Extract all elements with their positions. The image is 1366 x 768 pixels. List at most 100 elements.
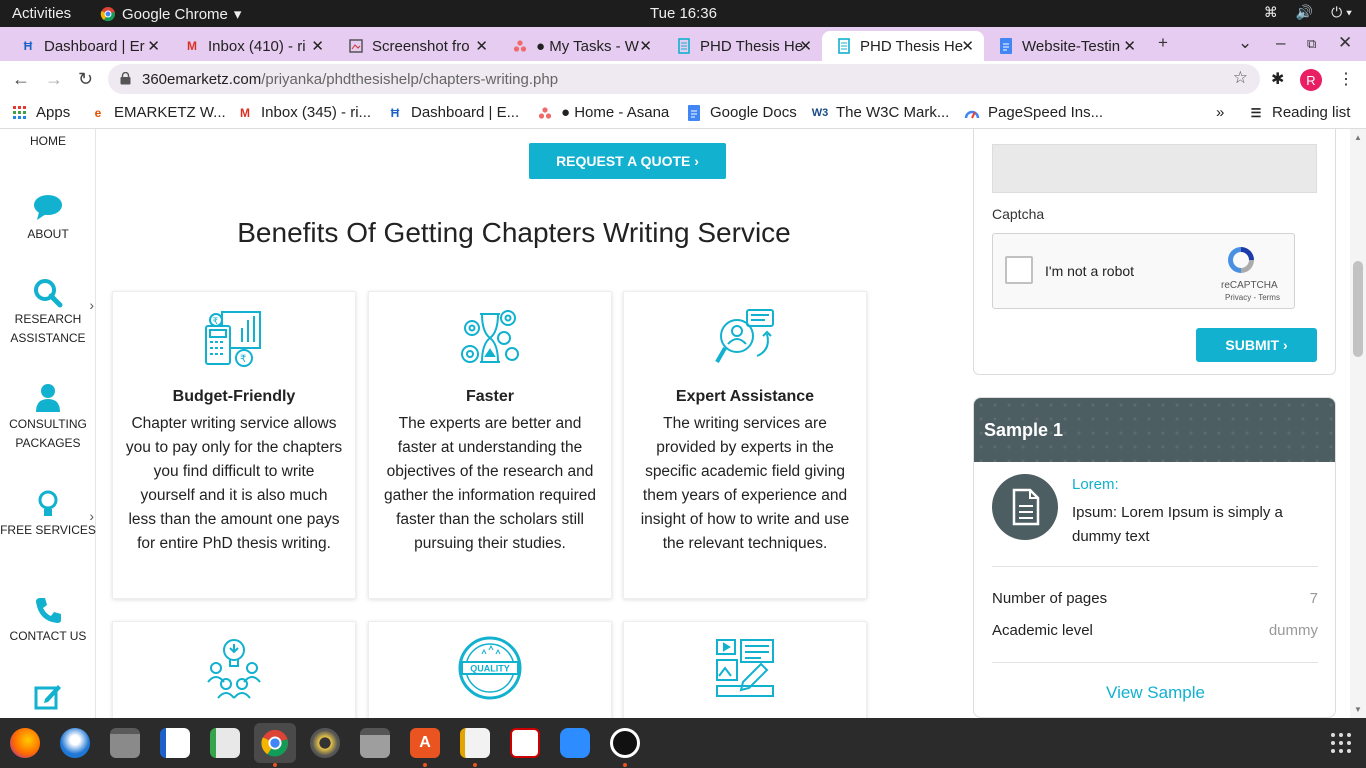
close-icon[interactable]: ✕ (799, 37, 812, 55)
quote-form: Captcha I'm not a robot reCAPTCHA Privac… (973, 129, 1336, 375)
text-editor-icon[interactable] (460, 728, 490, 758)
benefit-card-team (112, 621, 356, 718)
bookmark-pagespeed[interactable]: PageSpeed Ins... (964, 104, 1103, 121)
taskbar-dock: A (0, 718, 1366, 768)
w3c-icon: W3 (811, 106, 829, 119)
app-menu[interactable]: Google Chrome ▾ (100, 5, 241, 23)
site-icon (676, 38, 692, 54)
screenshot-app-icon[interactable] (510, 728, 540, 758)
calc-icon[interactable] (210, 728, 240, 758)
close-icon[interactable]: ✕ (961, 37, 974, 55)
scrollbar-thumb[interactable] (1353, 261, 1363, 357)
tab-search-icon[interactable]: ⌄ (1238, 33, 1252, 53)
reading-list-icon: ☰ (1250, 105, 1262, 120)
nav-label: CONSULTING PACKAGES (9, 417, 87, 450)
svg-text:₹: ₹ (213, 316, 219, 326)
back-icon[interactable]: ← (12, 69, 30, 90)
tab-title: PHD Thesis He (700, 37, 804, 55)
show-apps-icon[interactable] (1330, 732, 1352, 754)
tab-title: ● My Tasks - W (536, 37, 639, 55)
software-icon[interactable]: A (410, 728, 440, 758)
recaptcha-widget: I'm not a robot reCAPTCHA Privacy - Term… (992, 233, 1295, 309)
close-icon[interactable]: ✕ (1123, 37, 1136, 55)
nav-edit[interactable] (0, 681, 96, 713)
chevron-right-icon: › (89, 297, 94, 313)
close-window-icon[interactable]: ✕ (1338, 33, 1352, 53)
nav-research-assistance[interactable]: RESEARCH ASSISTANCE › (0, 278, 96, 348)
design-tools-icon (716, 639, 774, 697)
files-icon[interactable] (110, 728, 140, 758)
chat-icon (34, 195, 62, 220)
nav-about[interactable]: ABOUT (0, 193, 96, 244)
new-tab-button[interactable]: + (1158, 33, 1168, 53)
reading-list[interactable]: ☰ Reading list (1248, 104, 1351, 121)
page-scrollbar[interactable]: ▲ ▼ (1350, 129, 1366, 718)
nav-consulting-packages[interactable]: CONSULTING PACKAGES (0, 383, 96, 453)
profile-avatar[interactable]: R (1300, 69, 1322, 91)
tab-phd-thesis-1[interactable]: PHD Thesis He ✕ (662, 31, 822, 61)
url-host: 360emarketz.com (142, 70, 262, 88)
rhythmbox-icon[interactable] (310, 728, 340, 758)
asana-icon (512, 38, 528, 54)
divider (992, 566, 1318, 567)
close-icon[interactable]: ✕ (475, 37, 488, 55)
nav-free-services[interactable]: FREE SERVICES › (0, 489, 96, 540)
nav-label: ABOUT (27, 227, 69, 241)
gmail-icon: M (187, 39, 197, 53)
sample-title: Sample 1 (974, 398, 1335, 462)
nav-home[interactable]: HOME (0, 132, 96, 151)
menu-icon[interactable]: ⋮ (1338, 69, 1354, 89)
message-textarea[interactable] (992, 144, 1317, 193)
scroll-down-icon[interactable]: ▼ (1354, 705, 1362, 714)
close-icon[interactable]: ✕ (311, 37, 324, 55)
search-icon (34, 279, 63, 308)
view-sample-link[interactable]: View Sample (974, 683, 1335, 703)
nav-label: CONTACT US (9, 629, 87, 643)
nav-contact-us[interactable]: CONTACT US (0, 595, 96, 646)
camera-icon[interactable] (360, 728, 390, 758)
activities-button[interactable]: Activities (12, 5, 71, 22)
reload-icon[interactable]: ↻ (78, 69, 93, 90)
bookmark-star-icon[interactable]: ☆ (1233, 68, 1248, 88)
tab-phd-thesis-active[interactable]: PHD Thesis He ✕ (822, 31, 984, 61)
close-icon[interactable]: ✕ (639, 37, 652, 55)
close-icon[interactable]: ✕ (147, 37, 160, 55)
recaptcha-terms[interactable]: Privacy - Terms (1225, 293, 1280, 302)
extensions-icon[interactable]: ✱ (1271, 69, 1284, 89)
tab-screenshot[interactable]: Screenshot fro ✕ (334, 31, 498, 61)
tab-website-testing[interactable]: Website-Testin ✕ (984, 31, 1146, 61)
bookmark-w3c[interactable]: W3 The W3C Mark... (811, 104, 950, 121)
bookmark-asana[interactable]: ● Home - Asana (537, 104, 669, 121)
writer-icon[interactable] (160, 728, 190, 758)
restore-icon[interactable]: ⧉ (1307, 36, 1316, 52)
tab-title: Inbox (410) - ri (208, 37, 306, 55)
chrome-dock-item[interactable] (254, 723, 296, 763)
asana-icon (537, 105, 553, 121)
request-quote-button[interactable]: REQUEST A QUOTE › (529, 143, 726, 179)
bookmark-emarketz[interactable]: e EMARKETZ W... (90, 104, 226, 121)
tab-my-tasks[interactable]: ● My Tasks - W ✕ (498, 31, 662, 61)
submit-button[interactable]: SUBMIT › (1196, 328, 1317, 362)
bookmark-dashboard[interactable]: Ħ Dashboard | E... (387, 104, 519, 121)
forward-icon[interactable]: → (45, 69, 63, 90)
recaptcha-checkbox[interactable] (1005, 256, 1033, 284)
clock[interactable]: Tue 16:36 (650, 5, 717, 22)
scroll-up-icon[interactable]: ▲ (1354, 133, 1362, 142)
address-bar[interactable]: 360emarketz.com/priyanka/phdthesishelp/c… (108, 64, 1260, 94)
zoom-icon[interactable] (560, 728, 590, 758)
system-tray[interactable]: ⌘ 🔊 ⏻ ▾ (1264, 4, 1352, 21)
hourglass-gears-icon (461, 310, 519, 363)
bookmark-google-docs[interactable]: Google Docs (686, 104, 797, 121)
minimize-icon[interactable]: – (1276, 33, 1285, 53)
tab-inbox[interactable]: M Inbox (410) - ri ✕ (170, 31, 334, 61)
bookmark-inbox[interactable]: M Inbox (345) - ri... (237, 104, 371, 121)
bookmark-apps[interactable]: Apps (12, 104, 70, 121)
more-bookmarks-icon[interactable]: » (1216, 104, 1224, 121)
system-top-bar: Activities Google Chrome ▾ Tue 16:36 ⌘ 🔊… (0, 0, 1366, 27)
thunderbird-icon[interactable] (60, 728, 90, 758)
inkscape-icon[interactable] (610, 728, 640, 758)
benefit-card-quality: QUALITY (368, 621, 612, 718)
bookmark-label: Inbox (345) - ri... (261, 104, 372, 121)
firefox-icon[interactable] (10, 728, 40, 758)
tab-dashboard[interactable]: Ħ Dashboard | Er ✕ (6, 31, 170, 61)
